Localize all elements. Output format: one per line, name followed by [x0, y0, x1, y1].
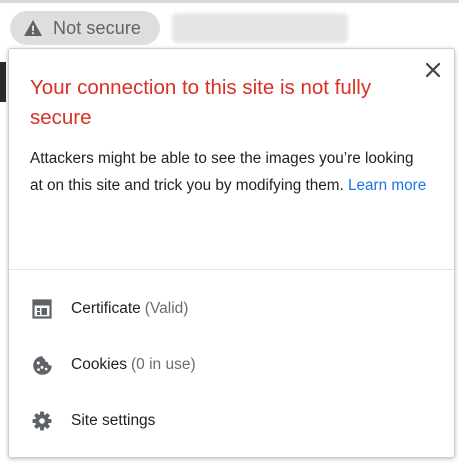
- learn-more-link[interactable]: Learn more: [348, 177, 426, 194]
- site-settings-label: Site settings: [71, 412, 156, 429]
- certificate-label-group: Certificate (Valid): [71, 300, 188, 318]
- warning-triangle-icon: [23, 18, 43, 38]
- security-indicator-label: Not secure: [53, 17, 142, 38]
- gear-icon: [31, 410, 53, 432]
- certificate-item[interactable]: Certificate (Valid): [9, 287, 454, 331]
- close-icon: [426, 63, 440, 77]
- certificate-label: Certificate: [71, 300, 141, 317]
- popup-description: Attackers might be able to see the image…: [30, 145, 430, 199]
- cookies-label-group: Cookies (0 in use): [71, 356, 196, 374]
- popup-title: Your connection to this site is not full…: [30, 76, 372, 129]
- certificate-status: (Valid): [144, 300, 189, 317]
- site-settings-item[interactable]: Site settings: [9, 399, 454, 443]
- url-text-blurred[interactable]: [172, 13, 348, 43]
- toolbar-edge: [0, 0, 459, 3]
- security-indicator-chip[interactable]: Not secure: [10, 11, 160, 45]
- cookies-label: Cookies: [71, 356, 127, 373]
- certificate-icon: [31, 298, 53, 320]
- page-info-popup: Your connection to this site is not full…: [8, 48, 455, 458]
- background-page-edge: [0, 62, 6, 102]
- close-button[interactable]: [422, 59, 444, 81]
- cookie-icon: [31, 354, 53, 376]
- divider: [9, 269, 454, 270]
- cookies-count: (0 in use): [131, 356, 196, 373]
- cookies-item[interactable]: Cookies (0 in use): [9, 343, 454, 387]
- omnibox: Not secure: [0, 0, 459, 48]
